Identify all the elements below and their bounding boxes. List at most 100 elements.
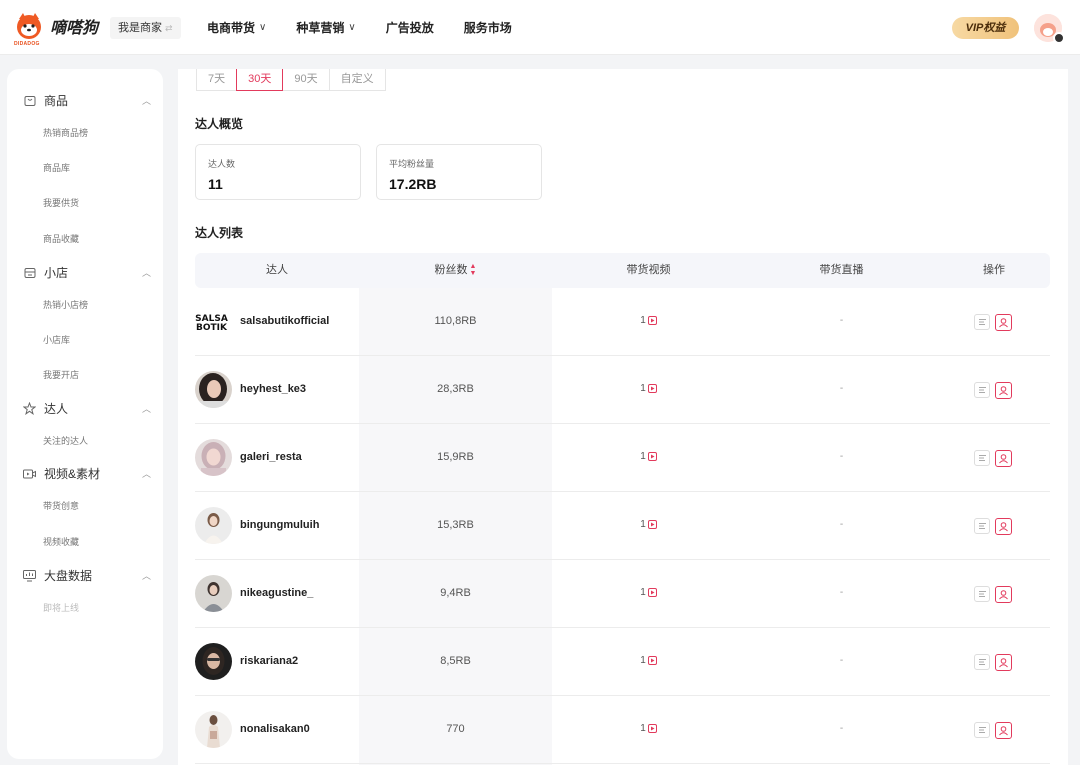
avatar[interactable]: SALSA BOTIK [195, 306, 228, 338]
video-count[interactable]: 1 [552, 451, 745, 462]
play-icon [647, 588, 657, 597]
sidebar-item-goods-library[interactable]: 商品库 [43, 161, 70, 174]
vip-benefits-button[interactable]: VIP权益 [952, 17, 1019, 39]
sidebar: 商品 ︿ 热销商品榜 商品库 我要供货 商品收藏 小店 ︿ 热销小店榜 小店库 … [7, 69, 163, 759]
table-row[interactable]: riskariana2 8,5RB 1 - [195, 628, 1050, 696]
avatar[interactable] [195, 507, 232, 544]
tab-30-days[interactable]: 30天 [236, 69, 284, 91]
list-title: 达人列表 [195, 226, 244, 240]
stat-label: 达人数 [208, 159, 236, 169]
live-count: - [839, 723, 844, 734]
table-row[interactable]: nikeagustine_ 9,4RB 1 - [195, 560, 1050, 628]
sidebar-item-creative[interactable]: 带货创意 [43, 499, 79, 512]
influencer-name[interactable]: salsabutikofficial [240, 315, 329, 327]
overview-title: 达人概览 [195, 117, 244, 131]
influencer-name[interactable]: nonalisakan0 [240, 723, 310, 735]
nav-seeding-marketing[interactable]: 种草营销 ∨ [296, 19, 355, 36]
avatar[interactable] [195, 711, 232, 748]
chevron-down-icon: ∨ [259, 22, 267, 33]
tab-7-days[interactable]: 7天 [196, 69, 238, 91]
live-count: - [839, 519, 844, 530]
video-count[interactable]: 1 [552, 587, 745, 598]
influencer-name[interactable]: bingungmuluih [240, 519, 319, 531]
profile-icon[interactable] [995, 382, 1012, 399]
detail-icon[interactable] [974, 654, 990, 670]
detail-icon[interactable] [974, 382, 990, 398]
star-icon [23, 402, 36, 415]
sidebar-section-market-data[interactable]: 大盘数据 ︿ [23, 567, 151, 584]
svg-text:BOTIK: BOTIK [196, 323, 228, 333]
sidebar-section-video-material[interactable]: 视频&素材 ︿ [23, 465, 151, 482]
sidebar-item-video-favorites[interactable]: 视频收藏 [43, 535, 79, 548]
user-avatar[interactable] [1034, 14, 1065, 44]
col-influencer: 达人 [266, 264, 288, 276]
table-row[interactable]: nonalisakan0 770 1 - [195, 696, 1050, 764]
detail-icon[interactable] [974, 314, 990, 330]
swap-icon: ⇄ [165, 23, 173, 33]
live-count: - [839, 451, 844, 462]
row-actions [974, 586, 1012, 603]
profile-icon[interactable] [995, 314, 1012, 331]
profile-icon[interactable] [995, 722, 1012, 739]
bag-icon [23, 94, 36, 107]
avatar[interactable] [195, 575, 232, 612]
sidebar-item-open-shop[interactable]: 我要开店 [43, 368, 79, 381]
profile-icon[interactable] [995, 586, 1012, 603]
nav-service-market[interactable]: 服务市场 [464, 19, 512, 36]
profile-icon[interactable] [995, 450, 1012, 467]
video-count[interactable]: 1 [552, 655, 745, 666]
table-row[interactable]: bingungmuluih 15,3RB 1 - [195, 492, 1050, 560]
video-count[interactable]: 1 [552, 519, 745, 530]
sidebar-item-hot-goods[interactable]: 热销商品榜 [43, 126, 88, 139]
stat-value: 11 [208, 176, 223, 192]
nav-ads[interactable]: 广告投放 [386, 19, 434, 36]
logo[interactable]: DIDADOG 嘀嗒狗 [14, 11, 98, 47]
influencer-name[interactable]: galeri_resta [240, 451, 302, 463]
play-icon [647, 316, 657, 325]
nav-ecommerce[interactable]: 电商带货 ∨ [207, 19, 266, 36]
play-icon [647, 520, 657, 529]
video-count[interactable]: 1 [552, 383, 745, 394]
table-header: 达人 粉丝数 ▲ ▼ 带货视频 带货直播 操作 [195, 253, 1050, 288]
avatar[interactable] [195, 371, 232, 408]
detail-icon[interactable] [974, 450, 990, 466]
live-count: - [839, 655, 844, 666]
table-row[interactable]: galeri_resta 15,9RB 1 - [195, 424, 1050, 492]
table-row[interactable]: SALSA BOTIK salsabutikofficial 110,8RB 1… [195, 288, 1050, 356]
profile-icon[interactable] [995, 654, 1012, 671]
chevron-up-icon: ︿ [141, 571, 151, 581]
stat-value: 17.2RB [389, 176, 437, 192]
detail-icon[interactable] [974, 586, 990, 602]
stat-card-influencer-count: 达人数 11 [195, 144, 361, 200]
avatar[interactable] [195, 643, 232, 680]
merchant-switch-button[interactable]: 我是商家 ⇄ [110, 17, 181, 39]
tab-custom[interactable]: 自定义 [328, 69, 386, 91]
video-icon [23, 467, 36, 480]
detail-icon[interactable] [974, 518, 990, 534]
sort-icon[interactable]: ▲ ▼ [470, 263, 477, 277]
fans-count: 28,3RB [437, 383, 474, 395]
sidebar-item-hot-shops[interactable]: 热销小店榜 [43, 298, 88, 311]
chevron-up-icon: ︿ [141, 469, 151, 479]
sidebar-item-supply[interactable]: 我要供货 [43, 196, 79, 209]
sidebar-item-goods-favorites[interactable]: 商品收藏 [43, 232, 79, 245]
avatar[interactable] [195, 439, 232, 476]
play-icon [647, 724, 657, 733]
sidebar-section-shop[interactable]: 小店 ︿ [23, 264, 151, 281]
influencer-name[interactable]: heyhest_ke3 [240, 383, 306, 395]
detail-icon[interactable] [974, 722, 990, 738]
influencer-name[interactable]: riskariana2 [240, 655, 298, 667]
tab-90-days[interactable]: 90天 [282, 69, 330, 91]
influencer-name[interactable]: nikeagustine_ [240, 587, 313, 599]
col-fans[interactable]: 粉丝数 ▲ ▼ [359, 253, 552, 288]
sidebar-section-goods[interactable]: 商品 ︿ [23, 92, 151, 109]
profile-icon[interactable] [995, 518, 1012, 535]
table-row[interactable]: heyhest_ke3 28,3RB 1 - [195, 356, 1050, 424]
sidebar-item-shop-library[interactable]: 小店库 [43, 333, 70, 346]
video-count[interactable]: 1 [552, 723, 745, 734]
row-actions [974, 450, 1012, 467]
fans-count: 770 [446, 723, 465, 735]
sidebar-section-influencer[interactable]: 达人 ︿ [23, 400, 151, 417]
video-count[interactable]: 1 [552, 315, 745, 326]
sidebar-item-followed-influencers[interactable]: 关注的达人 [43, 434, 88, 447]
